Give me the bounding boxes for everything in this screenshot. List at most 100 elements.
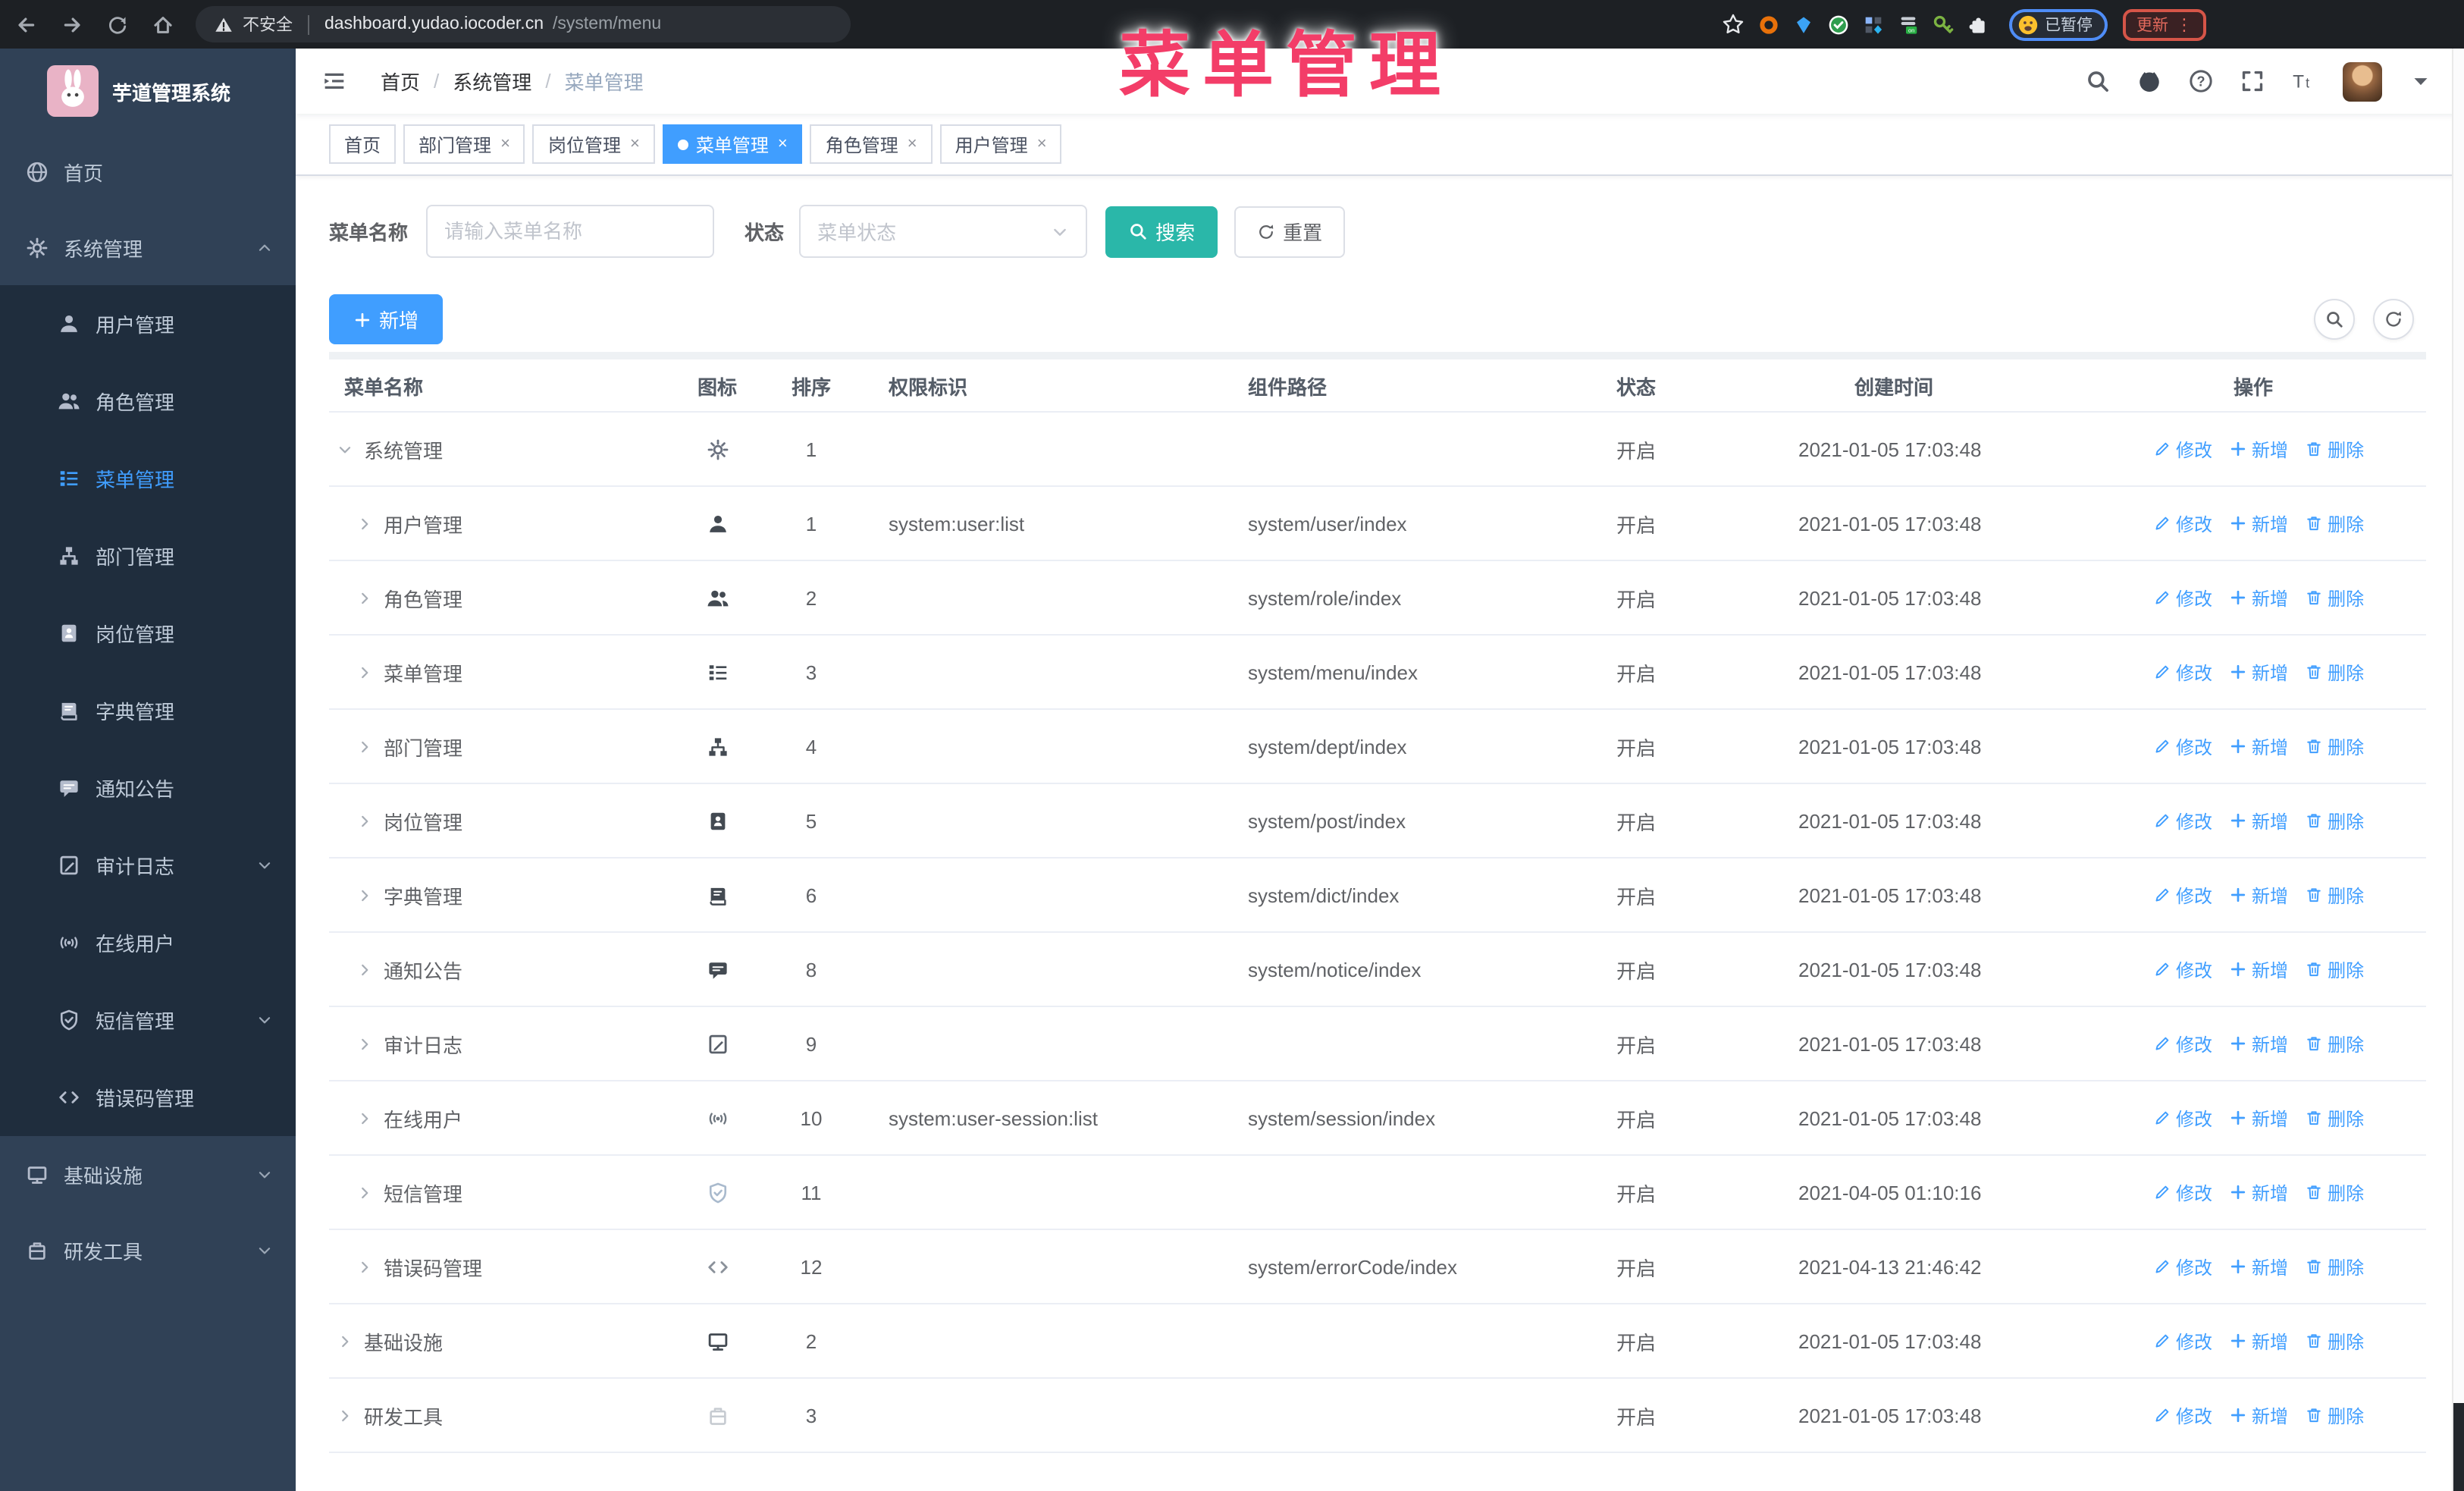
breadcrumb-item[interactable]: 系统管理: [453, 67, 531, 96]
edit-link[interactable]: 修改: [2153, 1402, 2212, 1428]
sidebar-item[interactable]: 部门管理: [0, 517, 296, 595]
home-chrome-button[interactable]: [152, 13, 174, 36]
chevron-right-icon[interactable]: [356, 589, 373, 606]
edit-link[interactable]: 修改: [2153, 659, 2212, 685]
add-child-link[interactable]: 新增: [2229, 1254, 2288, 1279]
add-child-link[interactable]: 新增: [2229, 1179, 2288, 1205]
forward-button[interactable]: [61, 13, 83, 36]
menu-name-input[interactable]: [426, 205, 715, 258]
add-child-link[interactable]: 新增: [2229, 956, 2288, 982]
edit-link[interactable]: 修改: [2153, 510, 2212, 536]
delete-link[interactable]: 删除: [2305, 1031, 2364, 1056]
sidebar-logo[interactable]: 芋道管理系统: [0, 49, 296, 133]
edit-link[interactable]: 修改: [2153, 956, 2212, 982]
bookmark-star-icon[interactable]: [1720, 11, 1746, 37]
browser-update-button[interactable]: 更新 ⋮: [2123, 8, 2206, 40]
chevron-right-icon[interactable]: [356, 1184, 373, 1201]
caret-down-button[interactable]: [2408, 68, 2434, 94]
tab-item[interactable]: 部门管理 ×: [403, 124, 525, 164]
tab-active[interactable]: 菜单管理 ×: [662, 124, 803, 164]
kebab-menu-icon[interactable]: ⋮: [2176, 14, 2193, 34]
sidebar-item[interactable]: 短信管理: [0, 981, 296, 1059]
fullscreen-button[interactable]: [2240, 68, 2265, 94]
close-icon[interactable]: ×: [908, 135, 917, 153]
chevron-right-icon[interactable]: [337, 1332, 353, 1349]
edit-link[interactable]: 修改: [2153, 1031, 2212, 1056]
edit-link[interactable]: 修改: [2153, 808, 2212, 833]
add-child-link[interactable]: 新增: [2229, 659, 2288, 685]
add-button[interactable]: 新增: [329, 294, 444, 344]
chevron-right-icon[interactable]: [356, 961, 373, 978]
delete-link[interactable]: 删除: [2305, 733, 2364, 759]
chevron-right-icon[interactable]: [356, 1110, 373, 1126]
chevron-right-icon[interactable]: [356, 515, 373, 532]
search-button[interactable]: [2085, 68, 2111, 94]
sidebar-item[interactable]: 系统管理: [0, 209, 296, 285]
chevron-right-icon[interactable]: [356, 887, 373, 903]
sidebar-item[interactable]: 首页: [0, 133, 296, 209]
add-child-link[interactable]: 新增: [2229, 1031, 2288, 1056]
close-icon[interactable]: ×: [630, 135, 640, 153]
add-child-link[interactable]: 新增: [2229, 585, 2288, 611]
add-child-link[interactable]: 新增: [2229, 1105, 2288, 1131]
user-avatar[interactable]: [2343, 61, 2382, 101]
sidebar-item[interactable]: 菜单管理: [0, 440, 296, 517]
extension-gem-icon[interactable]: [1790, 11, 1816, 37]
chevron-right-icon[interactable]: [356, 812, 373, 829]
sidebar-item[interactable]: 基础设施: [0, 1136, 296, 1212]
close-icon[interactable]: ×: [1037, 135, 1047, 153]
sidebar-item[interactable]: 字典管理: [0, 672, 296, 749]
sidebar-item[interactable]: 错误码管理: [0, 1059, 296, 1136]
toggle-search-button[interactable]: [2314, 299, 2355, 340]
sidebar-collapse-button[interactable]: [321, 68, 347, 94]
sidebar-item[interactable]: 审计日志: [0, 827, 296, 904]
extension-check-circle-icon[interactable]: [1825, 11, 1851, 37]
reset-button[interactable]: 重置: [1234, 206, 1346, 257]
sidebar-item[interactable]: 研发工具: [0, 1212, 296, 1288]
delete-link[interactable]: 删除: [2305, 1254, 2364, 1279]
edit-link[interactable]: 修改: [2153, 1328, 2212, 1354]
delete-link[interactable]: 删除: [2305, 1179, 2364, 1205]
delete-link[interactable]: 删除: [2305, 1328, 2364, 1354]
edit-link[interactable]: 修改: [2153, 733, 2212, 759]
delete-link[interactable]: 删除: [2305, 808, 2364, 833]
sidebar-item[interactable]: 通知公告: [0, 749, 296, 827]
chevron-right-icon[interactable]: [356, 664, 373, 680]
delete-link[interactable]: 删除: [2305, 436, 2364, 462]
delete-link[interactable]: 删除: [2305, 659, 2364, 685]
sidebar-item[interactable]: 岗位管理: [0, 595, 296, 672]
question-button[interactable]: ?: [2188, 68, 2214, 94]
edit-link[interactable]: 修改: [2153, 1105, 2212, 1131]
font-size-button[interactable]: Tt: [2291, 68, 2317, 94]
chevron-right-icon[interactable]: [337, 1407, 353, 1424]
extension-key-icon[interactable]: [1930, 11, 1955, 37]
add-child-link[interactable]: 新增: [2229, 1402, 2288, 1428]
delete-link[interactable]: 删除: [2305, 1402, 2364, 1428]
edit-link[interactable]: 修改: [2153, 1179, 2212, 1205]
sidebar-item[interactable]: 角色管理: [0, 363, 296, 440]
extension-puzzle-icon[interactable]: [1964, 11, 1990, 37]
chevron-down-icon[interactable]: [337, 441, 353, 457]
scrollbar-thumb[interactable]: [2453, 1403, 2464, 1491]
add-child-link[interactable]: 新增: [2229, 1328, 2288, 1354]
delete-link[interactable]: 删除: [2305, 1105, 2364, 1131]
chevron-right-icon[interactable]: [356, 738, 373, 755]
delete-link[interactable]: 删除: [2305, 956, 2364, 982]
edit-link[interactable]: 修改: [2153, 585, 2212, 611]
edit-link[interactable]: 修改: [2153, 1254, 2212, 1279]
edit-link[interactable]: 修改: [2153, 882, 2212, 908]
tab-item[interactable]: 岗位管理 ×: [532, 124, 655, 164]
tab-item[interactable]: 角色管理 ×: [810, 124, 933, 164]
address-bar[interactable]: 不安全 dashboard.yudao.iocoder.cn/system/me…: [196, 6, 851, 42]
add-child-link[interactable]: 新增: [2229, 733, 2288, 759]
refresh-table-button[interactable]: [2373, 299, 2414, 340]
delete-link[interactable]: 删除: [2305, 882, 2364, 908]
tab-item[interactable]: 首页: [329, 124, 397, 164]
chevron-right-icon[interactable]: [356, 1258, 373, 1275]
close-icon[interactable]: ×: [500, 135, 510, 153]
delete-link[interactable]: 删除: [2305, 510, 2364, 536]
extension-on-rows-icon[interactable]: on: [1895, 11, 1920, 37]
add-child-link[interactable]: 新增: [2229, 808, 2288, 833]
tab-item[interactable]: 用户管理 ×: [939, 124, 1062, 164]
delete-link[interactable]: 删除: [2305, 585, 2364, 611]
